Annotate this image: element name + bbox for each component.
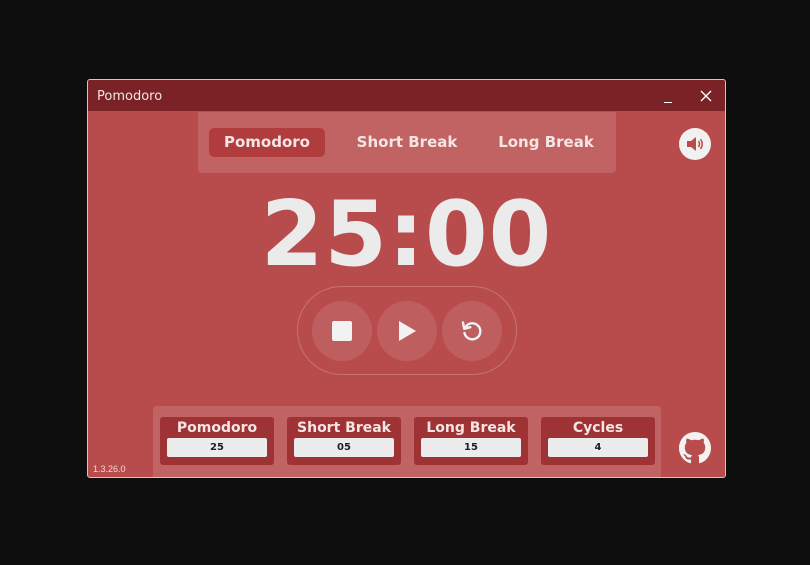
timer-controls [297, 286, 517, 375]
setting-pomodoro: Pomodoro [160, 417, 274, 465]
minimize-button[interactable] [650, 80, 686, 111]
setting-label: Short Break [297, 420, 391, 436]
reset-button[interactable] [442, 301, 502, 361]
setting-label: Pomodoro [176, 420, 258, 436]
window-title: Pomodoro [97, 89, 163, 104]
github-icon [679, 432, 711, 464]
github-link[interactable] [679, 432, 711, 464]
mode-tabs: Pomodoro Short Break Long Break [198, 112, 616, 173]
version-label: 1.3.26.0 [93, 464, 126, 474]
short-break-duration-input[interactable] [294, 438, 394, 457]
setting-long-break: Long Break [414, 417, 528, 465]
tab-short-break[interactable]: Short Break [348, 128, 466, 157]
timer-display: 25:00 [260, 182, 553, 287]
setting-label: Long Break [426, 420, 516, 436]
minimize-icon [664, 101, 672, 104]
reset-icon [461, 321, 482, 341]
pomodoro-duration-input[interactable] [167, 438, 267, 457]
stop-button[interactable] [312, 301, 372, 361]
cycles-input[interactable] [548, 438, 648, 457]
close-button[interactable] [688, 80, 724, 111]
tab-long-break[interactable]: Long Break [488, 128, 604, 157]
long-break-duration-input[interactable] [421, 438, 521, 457]
title-bar[interactable]: Pomodoro [88, 80, 725, 111]
setting-label: Cycles [572, 420, 624, 436]
play-button[interactable] [377, 301, 437, 361]
close-icon [700, 90, 712, 101]
app-window: Pomodoro Pomodoro Short Break Long Break… [87, 79, 726, 478]
setting-cycles: Cycles [541, 417, 655, 465]
tab-pomodoro[interactable]: Pomodoro [209, 128, 325, 157]
speaker-icon [687, 137, 703, 151]
sound-toggle-button[interactable] [679, 128, 711, 160]
duration-settings: Pomodoro Short Break Long Break Cycles [153, 406, 661, 477]
stop-icon [332, 321, 352, 341]
setting-short-break: Short Break [287, 417, 401, 465]
play-icon [399, 321, 416, 341]
